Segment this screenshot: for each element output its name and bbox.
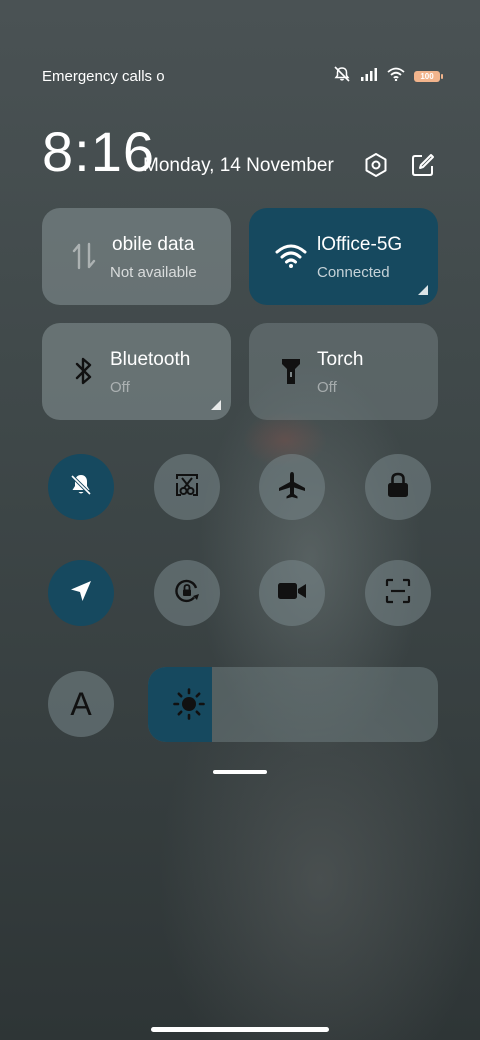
- bluetooth-status: Off: [110, 379, 130, 396]
- scanner-toggle[interactable]: [365, 560, 431, 626]
- location-toggle[interactable]: [48, 560, 114, 626]
- scissors-icon: [173, 471, 201, 504]
- airplane-icon: [277, 470, 307, 505]
- expand-corner-icon[interactable]: [211, 400, 221, 410]
- bluetooth-icon: [64, 351, 104, 391]
- bluetooth-label: Bluetooth: [110, 349, 191, 370]
- font-settings-button[interactable]: A: [48, 671, 114, 737]
- lock-screen-toggle[interactable]: [365, 454, 431, 520]
- expand-corner-icon[interactable]: [418, 285, 428, 295]
- edit-icon[interactable]: [408, 150, 438, 180]
- rotation-lock-icon: [172, 576, 202, 611]
- gesture-nav-bar[interactable]: [151, 1027, 329, 1032]
- mobile-data-status: Not available: [110, 264, 197, 281]
- torch-status: Off: [317, 379, 337, 396]
- bell-off-icon: [67, 471, 95, 504]
- bluetooth-tile[interactable]: Bluetooth Off: [42, 323, 231, 420]
- font-a-icon: A: [70, 685, 92, 722]
- rotation-lock-toggle[interactable]: [154, 560, 220, 626]
- wifi-tile[interactable]: lOffice-5G Connected: [249, 208, 438, 305]
- wifi-network-name: lOffice-5G: [317, 234, 403, 255]
- mobile-data-label: obile data: [112, 234, 195, 255]
- wifi-icon: [387, 67, 405, 86]
- screenshot-toggle[interactable]: [154, 454, 220, 520]
- sun-icon: [172, 687, 206, 721]
- battery-icon: 100: [414, 71, 443, 82]
- status-icons: 100: [333, 66, 443, 87]
- signal-icon: [360, 67, 378, 86]
- wifi-tile-icon: [271, 236, 311, 276]
- mobile-data-icon: [64, 236, 104, 276]
- video-camera-icon: [277, 580, 307, 607]
- screen-recorder-toggle[interactable]: [259, 560, 325, 626]
- wifi-status: Connected: [317, 264, 390, 281]
- torch-tile[interactable]: Torch Off: [249, 323, 438, 420]
- mute-icon: [333, 66, 351, 87]
- clock-time: 8:16: [42, 120, 155, 183]
- scan-icon: [384, 577, 412, 610]
- mobile-data-tile[interactable]: obile data Not available: [42, 208, 231, 305]
- brightness-slider[interactable]: [148, 667, 438, 742]
- settings-icon[interactable]: [361, 150, 391, 180]
- location-arrow-icon: [68, 578, 94, 609]
- lock-icon: [385, 471, 411, 504]
- status-carrier-text: Emergency calls o: [42, 68, 165, 85]
- flashlight-icon: [271, 351, 311, 391]
- panel-drag-handle[interactable]: [213, 770, 267, 774]
- torch-label: Torch: [317, 349, 364, 370]
- airplane-toggle[interactable]: [259, 454, 325, 520]
- silent-toggle[interactable]: [48, 454, 114, 520]
- clock-date: Monday, 14 November: [143, 155, 334, 176]
